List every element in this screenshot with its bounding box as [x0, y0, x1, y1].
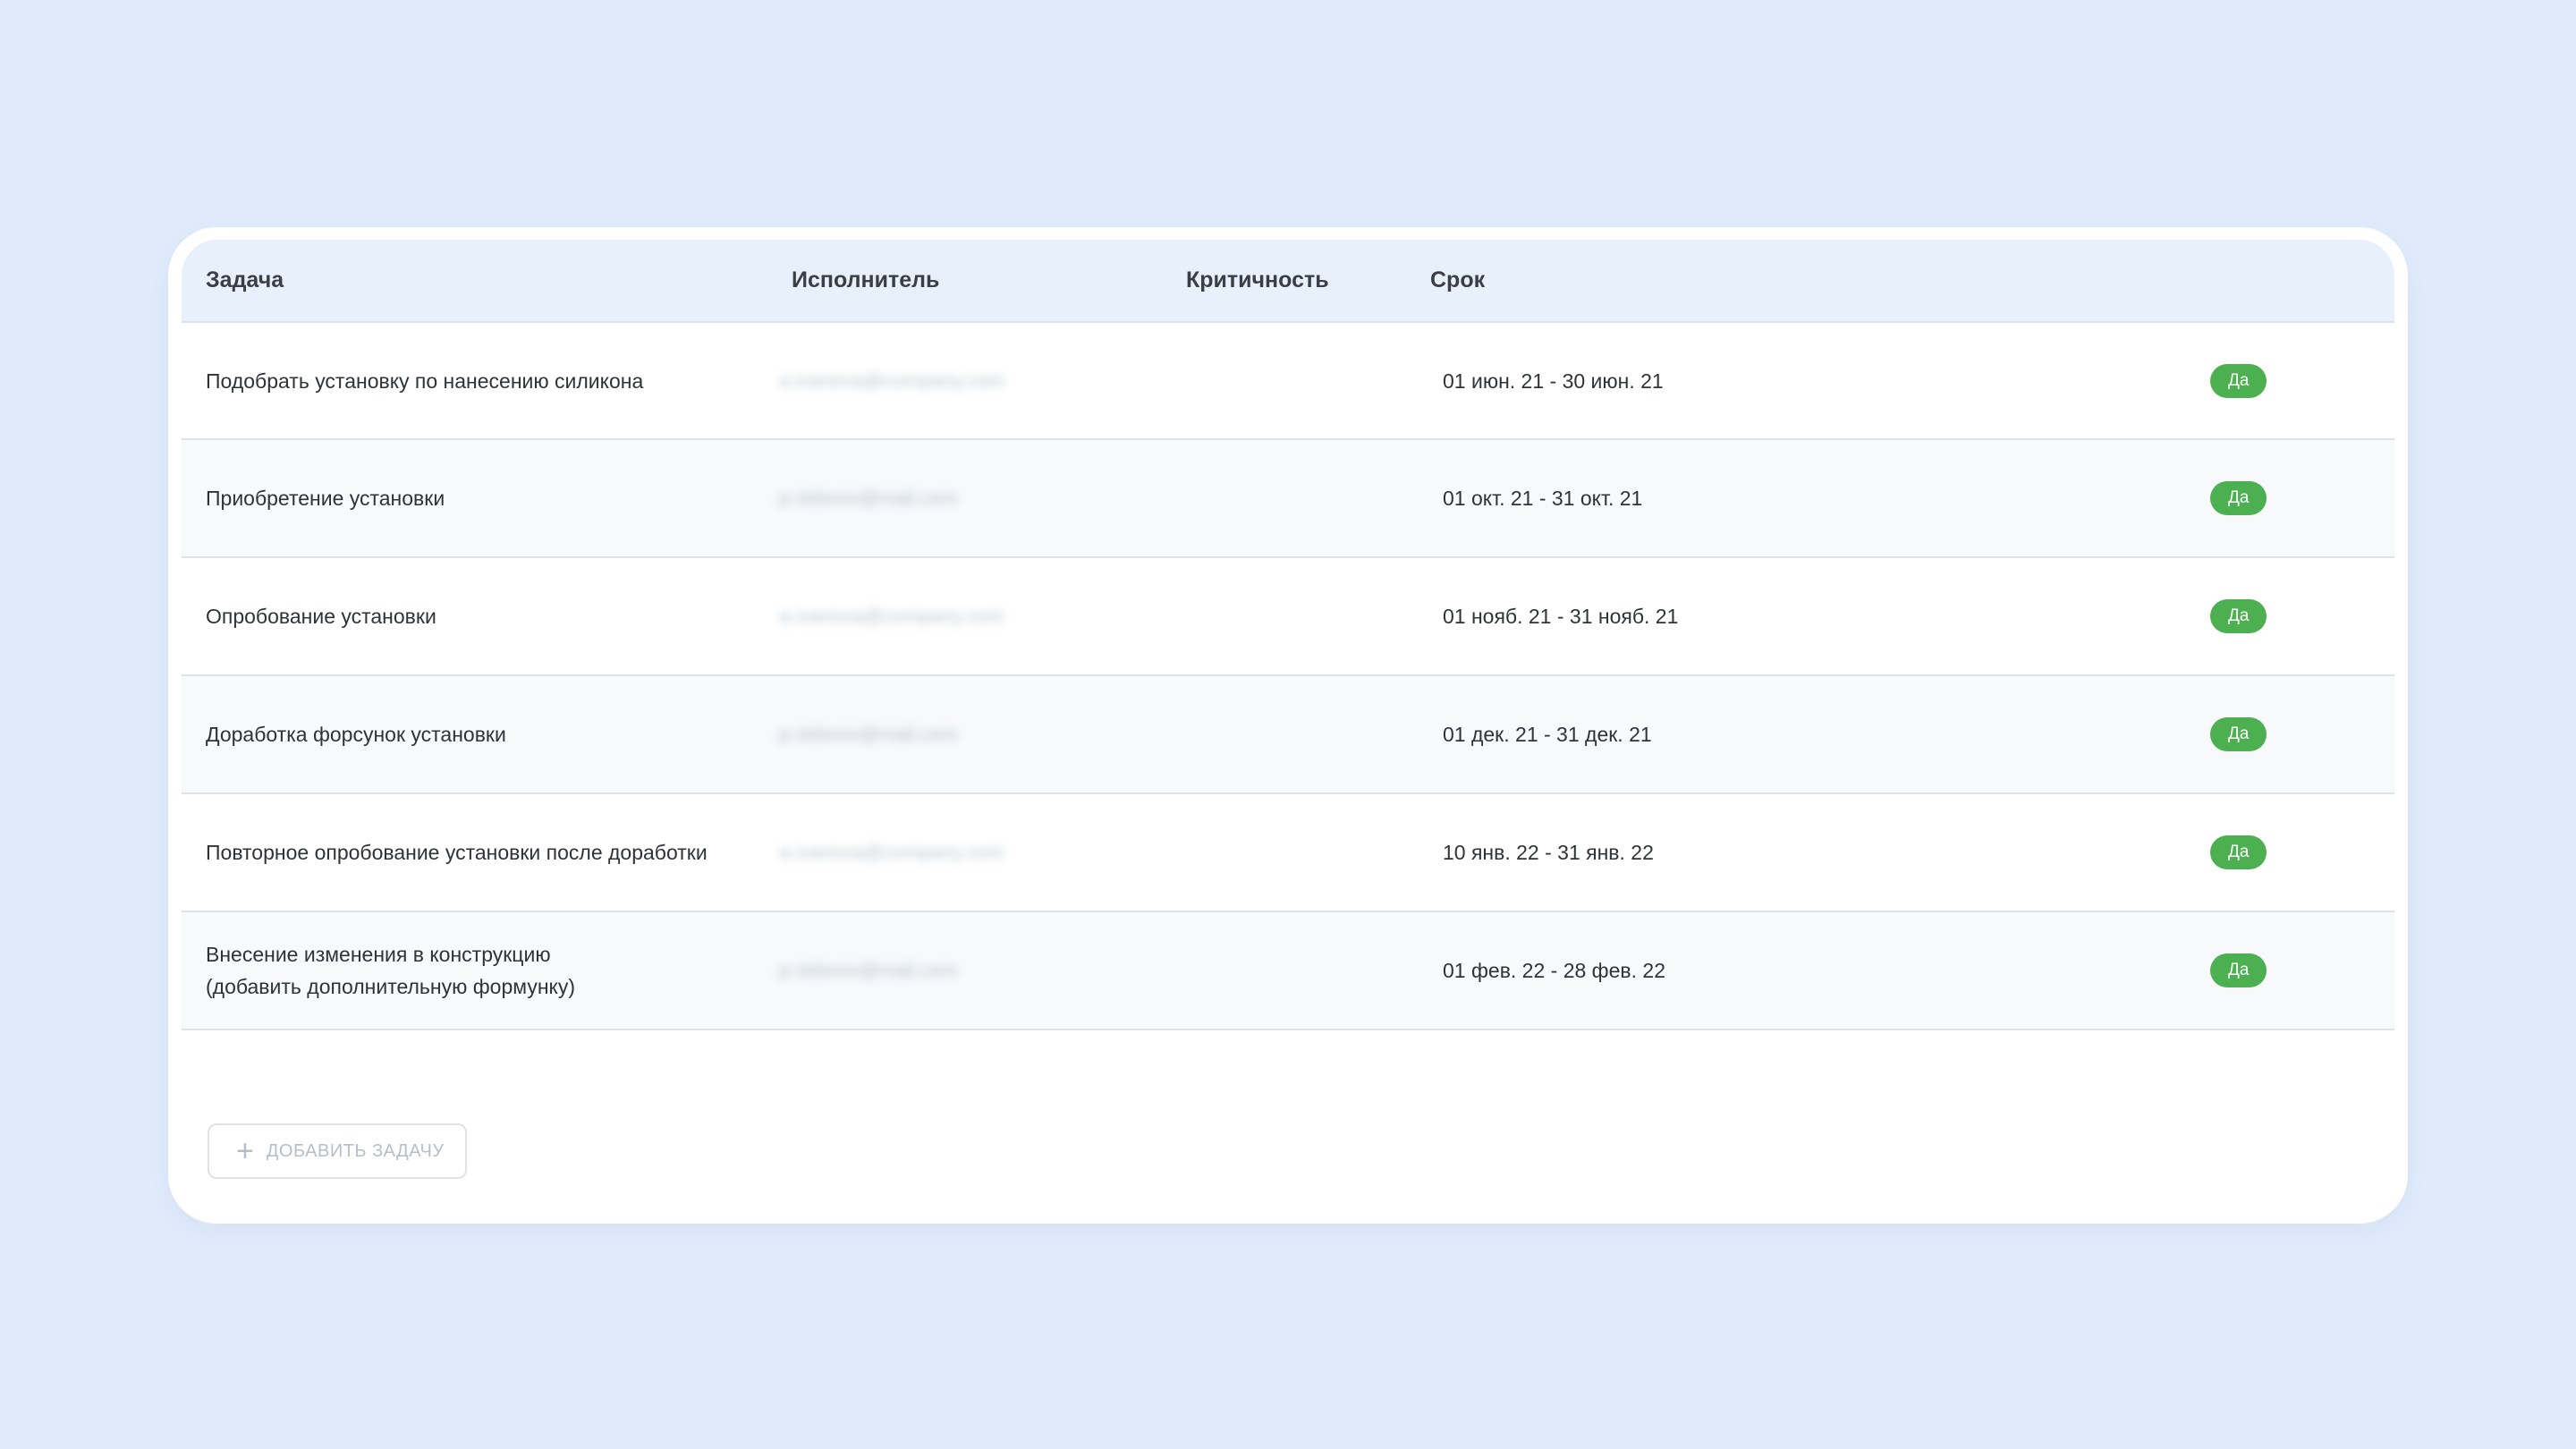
assignee-email: p.sidorov@mail.com: [779, 959, 958, 981]
task-name: Внесение изменения в конструкцию (добави…: [206, 912, 778, 1029]
deadline-cell: 01 фев. 22 - 28 фев. 22: [1443, 959, 1665, 982]
assignee-cell: p.sidorov@mail.com: [779, 676, 1065, 792]
task-name: Приобретение установки: [206, 487, 445, 510]
task-name: Подобрать установку по нанесению силикон…: [206, 369, 644, 393]
assignee-cell: p.sidorov@mail.com: [779, 440, 1065, 556]
flag-cell: Да: [2210, 440, 2335, 556]
task-name-line: (добавить дополнительную формунку): [206, 975, 576, 998]
deadline-cell: 01 нояб. 21 - 31 нояб. 21: [1443, 605, 1679, 628]
task-name-text: Внесение изменения в конструкцию (добави…: [206, 938, 575, 1003]
table-row[interactable]: Опробование установки a.ivanova@company.…: [182, 558, 2394, 676]
table-row[interactable]: Приобретение установки p.sidorov@mail.co…: [182, 440, 2394, 558]
header-criticality[interactable]: Критичность: [1186, 240, 1329, 321]
flag-cell: Да: [2210, 558, 2335, 674]
status-badge[interactable]: Да: [2210, 481, 2267, 515]
task-name-line: Внесение изменения в конструкцию: [206, 943, 551, 966]
assignee-cell: a.ivanova@company.com: [779, 323, 1065, 438]
table-header: Задача Исполнитель Критичность Срок: [182, 240, 2394, 323]
table-row[interactable]: Подобрать установку по нанесению силикон…: [182, 323, 2394, 440]
flag-cell: Да: [2210, 676, 2335, 792]
deadline-cell: 10 янв. 22 - 31 янв. 22: [1443, 841, 1654, 864]
assignee-email: p.sidorov@mail.com: [779, 723, 958, 745]
status-badge[interactable]: Да: [2210, 363, 2267, 398]
assignee-email: a.ivanova@company.com: [779, 605, 1004, 627]
header-task[interactable]: Задача: [206, 240, 284, 321]
add-task-label: ДОБАВИТЬ ЗАДАЧУ: [266, 1140, 445, 1161]
assignee-email: p.sidorov@mail.com: [779, 487, 958, 509]
status-badge[interactable]: Да: [2210, 953, 2267, 987]
task-name: Доработка форсунок установки: [206, 723, 506, 746]
deadline-cell: 01 июн. 21 - 30 июн. 21: [1443, 369, 1664, 393]
assignee-cell: a.ivanova@company.com: [779, 794, 1065, 911]
assignee-email: a.ivanova@company.com: [779, 841, 1004, 863]
plus-icon: +: [236, 1134, 254, 1168]
table-row[interactable]: Доработка форсунок установки p.sidorov@m…: [182, 676, 2394, 794]
table-row[interactable]: Внесение изменения в конструкцию (добави…: [182, 912, 2394, 1030]
header-assignee[interactable]: Исполнитель: [792, 240, 939, 321]
deadline-cell: 01 окт. 21 - 31 окт. 21: [1443, 487, 1643, 510]
status-badge[interactable]: Да: [2210, 717, 2267, 751]
task-name: Повторное опробование установки после до…: [206, 841, 708, 864]
flag-cell: Да: [2210, 323, 2335, 438]
assignee-email: a.ivanova@company.com: [779, 369, 1004, 392]
flag-cell: Да: [2210, 912, 2335, 1029]
deadline-cell: 01 дек. 21 - 31 дек. 21: [1443, 723, 1652, 746]
status-badge[interactable]: Да: [2210, 835, 2267, 869]
task-name: Опробование установки: [206, 605, 436, 628]
tasks-table: Задача Исполнитель Критичность Срок Подо…: [182, 240, 2394, 1030]
tasks-card: Задача Исполнитель Критичность Срок Подо…: [168, 227, 2408, 1224]
flag-cell: Да: [2210, 794, 2335, 911]
header-deadline[interactable]: Срок: [1430, 240, 1485, 321]
table-row[interactable]: Повторное опробование установки после до…: [182, 794, 2394, 912]
assignee-cell: a.ivanova@company.com: [779, 558, 1065, 674]
add-task-button[interactable]: + ДОБАВИТЬ ЗАДАЧУ: [208, 1123, 467, 1179]
status-badge[interactable]: Да: [2210, 599, 2267, 633]
assignee-cell: p.sidorov@mail.com: [779, 912, 1065, 1029]
